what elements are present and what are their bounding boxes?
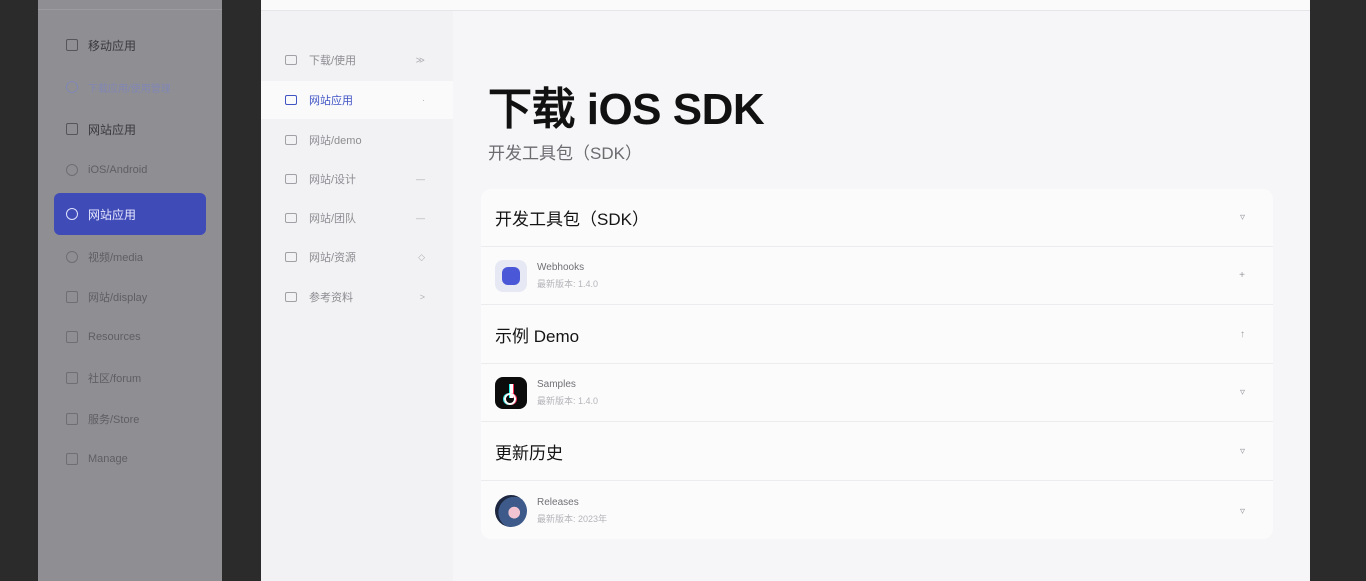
sub-nav-label: 下载/使用: [309, 55, 357, 67]
left-item-label: Manage: [88, 453, 128, 465]
left-item-label: 网站/display: [88, 292, 148, 304]
sub-nav-label: 网站/设计: [309, 174, 357, 186]
chevron-icon: ·: [422, 95, 425, 105]
box-icon: [66, 331, 78, 343]
window-top-bar: [261, 0, 1310, 11]
main-window: 下载/使用 ≫ 网站应用 · 网站/demo 网站/设计 — 网站/团队 — 网…: [261, 0, 1310, 581]
sub-nav-item-team[interactable]: 网站/团队 —: [261, 199, 453, 237]
layers-icon: [285, 252, 297, 262]
chevron-right-icon: >: [419, 292, 425, 302]
item-desc: 最新版本: 2023年: [537, 514, 608, 524]
sub-nav-label: 网站应用: [309, 95, 353, 107]
left-item-label: 社区/forum: [88, 373, 142, 385]
list-icon: [66, 291, 78, 303]
sub-nav-item-web-apps[interactable]: 网站应用 ·: [261, 81, 453, 119]
section-heading: 开发工具包（SDK）: [495, 210, 649, 229]
left-item-mobile-apps[interactable]: 移动应用: [54, 24, 206, 66]
section-header-sdk[interactable]: 开发工具包（SDK） ▿: [481, 189, 1273, 247]
sub-nav-item-resources[interactable]: 网站/资源 ◇: [261, 238, 453, 276]
chevron-icon: —: [416, 213, 425, 223]
left-item-label: 网站应用: [88, 207, 137, 222]
chevron-icon: ◇: [418, 251, 425, 262]
left-item-resources[interactable]: Resources: [54, 316, 206, 358]
image-icon: [285, 174, 297, 184]
left-item-label: 移动应用: [88, 38, 137, 53]
tiktok-icon: [495, 376, 527, 409]
chevron-down-icon[interactable]: ▿: [1240, 506, 1245, 517]
left-item-web-apps-active[interactable]: 网站应用: [54, 193, 206, 235]
left-item-label: 下载应用/使用管理: [88, 83, 171, 95]
item-name: Releases: [537, 497, 579, 508]
bag-icon: [66, 413, 78, 425]
page-title: 下载 iOS SDK: [488, 85, 765, 134]
sub-nav-label: 参考资料: [309, 292, 353, 304]
chevron-down-icon[interactable]: ▿: [1240, 212, 1245, 223]
left-item-label: 网站应用: [88, 122, 137, 137]
chevron-icon: ≫: [415, 54, 425, 65]
section-heading: 更新历史: [495, 444, 563, 463]
left-item-store[interactable]: 服务/Store: [54, 398, 206, 440]
circle-icon: [66, 251, 78, 263]
panel-icon: [285, 292, 297, 302]
item-desc: 最新版本: 1.4.0: [537, 395, 599, 406]
item-name: Samples: [537, 378, 576, 390]
sub-nav-item-design[interactable]: 网站/设计 —: [261, 160, 453, 198]
left-item-forum[interactable]: 社区/forum: [54, 357, 206, 399]
item-desc: 最新版本: 1.4.0: [537, 278, 599, 289]
sdk-download-card: 开发工具包（SDK） ▿ Webhooks 最新版本: 1.4.0 + 示例 D…: [481, 189, 1273, 539]
sub-nav-label: 网站/资源: [309, 252, 357, 264]
sdk-app-icon: [495, 259, 527, 292]
left-item-label: 服务/Store: [88, 414, 140, 426]
clock-icon: [66, 81, 78, 93]
left-item-web-apps[interactable]: 网站应用: [54, 108, 206, 150]
stack-icon: [285, 213, 297, 223]
page-subtitle: 开发工具包（SDK）: [488, 144, 642, 163]
chevron-down-icon[interactable]: ▿: [1240, 446, 1245, 457]
main-content: 下载 iOS SDK 开发工具包（SDK） 开发工具包（SDK） ▿ Webho…: [453, 11, 1310, 581]
left-app-sidebar: 移动应用 下载应用/使用管理 网站应用 iOS/Android 网站应用 视频/…: [38, 0, 222, 581]
chevron-up-icon[interactable]: ↑: [1240, 329, 1245, 340]
left-item-display[interactable]: 网站/display: [54, 276, 206, 318]
grid-icon: [66, 39, 78, 51]
doc-icon: [66, 123, 78, 135]
left-item-ios-android[interactable]: iOS/Android: [54, 149, 206, 191]
sub-nav-item-reference[interactable]: 参考资料 >: [261, 278, 453, 316]
left-item-label: 视频/media: [88, 252, 144, 264]
sub-nav-label: 网站/demo: [309, 135, 362, 147]
book-icon: [66, 372, 78, 384]
left-item-downloads[interactable]: 下载应用/使用管理: [54, 66, 206, 108]
sub-nav-item-downloads[interactable]: 下载/使用 ≫: [261, 41, 453, 79]
lock-icon: [66, 453, 78, 465]
cloud-icon: [66, 208, 78, 220]
left-item-label: Resources: [88, 331, 141, 343]
chevron-down-icon[interactable]: ▿: [1240, 387, 1245, 398]
section-header-history[interactable]: 更新历史 ▿: [481, 423, 1273, 481]
sub-navigation: 下载/使用 ≫ 网站应用 · 网站/demo 网站/设计 — 网站/团队 — 网…: [261, 11, 453, 581]
expand-icon[interactable]: +: [1239, 270, 1245, 281]
left-app-top-border: [38, 0, 222, 10]
window-icon: [285, 135, 297, 145]
sub-nav-label: 网站/团队: [309, 213, 357, 225]
left-item-media[interactable]: 视频/media: [54, 236, 206, 278]
left-item-label: iOS/Android: [88, 164, 148, 176]
chevron-icon: —: [416, 174, 425, 184]
item-name: Webhooks: [537, 261, 585, 273]
avatar-icon: [495, 495, 527, 527]
left-item-manage[interactable]: Manage: [54, 438, 206, 480]
monitor-icon: [285, 95, 297, 105]
section-header-demo[interactable]: 示例 Demo ↑: [481, 306, 1273, 364]
list-item-sdk[interactable]: Webhooks 最新版本: 1.4.0 +: [481, 247, 1273, 305]
globe-icon: [66, 164, 78, 176]
section-heading: 示例 Demo: [495, 327, 580, 346]
list-item-history[interactable]: Releases 最新版本: 2023年 ▿: [481, 482, 1273, 540]
store-icon: [285, 55, 297, 65]
sub-nav-item-demo[interactable]: 网站/demo: [261, 121, 453, 159]
list-item-demo[interactable]: Samples 最新版本: 1.4.0 ▿: [481, 364, 1273, 422]
